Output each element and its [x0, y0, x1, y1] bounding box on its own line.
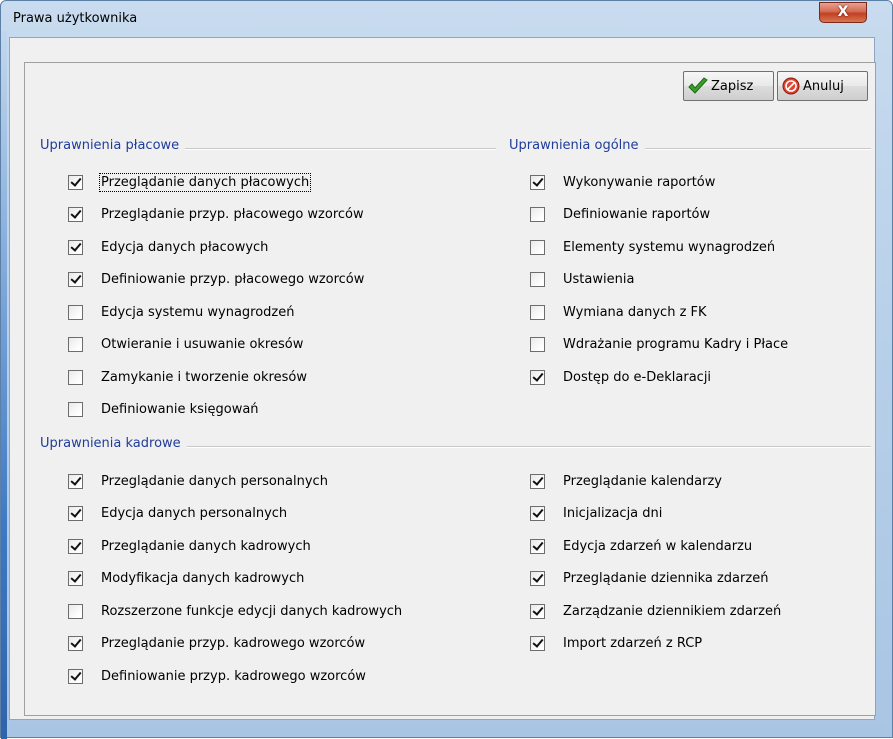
permission-label: Wykonywanie raportów: [563, 174, 716, 190]
permission-checkbox-row[interactable]: Przeglądanie przyp. płacowego wzorców: [68, 204, 364, 226]
save-label: Zapisz: [711, 78, 754, 94]
checkbox-unchecked[interactable]: [68, 337, 83, 352]
permission-checkbox-row[interactable]: Wykonywanie raportów: [530, 171, 715, 193]
permission-checkbox-row[interactable]: Dostęp do e-Deklaracji: [530, 366, 711, 388]
permission-checkbox-row[interactable]: Przeglądanie danych personalnych: [68, 470, 328, 492]
permission-checkbox-row[interactable]: Elementy systemu wynagrodzeń: [530, 236, 775, 258]
checkbox-checked[interactable]: [68, 174, 83, 190]
permission-label: Przeglądanie danych kadrowych: [101, 538, 311, 554]
permission-checkbox-row[interactable]: Przeglądanie danych kadrowych: [68, 535, 311, 557]
permission-checkbox-row[interactable]: Wdrażanie programu Kadry i Płace: [530, 334, 788, 356]
permission-checkbox-row[interactable]: Modyfikacja danych kadrowych: [68, 568, 304, 590]
permission-checkbox-row[interactable]: Przeglądanie danych płacowych: [68, 171, 312, 193]
permission-checkbox-row[interactable]: Otwieranie i usuwanie okresów: [68, 334, 303, 356]
checkbox-checked[interactable]: [68, 473, 83, 489]
checkbox-unchecked[interactable]: [530, 337, 545, 352]
permission-label: Dostęp do e-Deklaracji: [563, 369, 712, 385]
permission-label: Inicjalizacja dni: [563, 506, 663, 521]
permission-checkbox-row[interactable]: Edycja danych personalnych: [68, 503, 287, 525]
checkbox-unchecked[interactable]: [530, 304, 545, 320]
checkbox-unchecked[interactable]: [68, 369, 83, 385]
close-icon: X: [837, 4, 849, 20]
checkbox-checked[interactable]: [530, 636, 545, 651]
group-title-kadrowe: Uprawnienia kadrowe: [40, 436, 187, 451]
permission-label: Edycja systemu wynagrodzeń: [101, 304, 295, 320]
permission-label: Wymiana danych z FK: [563, 304, 707, 320]
permission-label: Definiowanie przyp. płacowego wzorców: [101, 272, 365, 287]
permission-label: Zamykanie i tworzenie okresów: [101, 369, 307, 385]
check-icon: [688, 77, 708, 94]
permission-checkbox-row[interactable]: Import zdarzeń z RCP: [530, 633, 702, 655]
checkbox-checked[interactable]: [530, 369, 545, 385]
permission-label: Definiowanie przyp. kadrowego wzorców: [101, 668, 366, 684]
permission-label: Ustawienia: [563, 272, 635, 287]
permission-checkbox-row[interactable]: Wymiana danych z FK: [530, 301, 707, 323]
window-title: Prawa użytkownika: [13, 11, 138, 26]
permission-checkbox-row[interactable]: Definiowanie raportów: [530, 204, 710, 226]
permission-checkbox-row[interactable]: Ustawienia: [530, 269, 634, 291]
checkbox-unchecked[interactable]: [530, 272, 545, 287]
permission-label: Przeglądanie przyp. płacowego wzorców: [101, 207, 364, 222]
checkbox-unchecked[interactable]: [530, 239, 545, 255]
permission-checkbox-row[interactable]: Rozszerzone funkcje edycji danych kadrow…: [68, 600, 402, 622]
checkbox-checked[interactable]: [68, 538, 83, 554]
permission-checkbox-row[interactable]: Przeglądanie dziennika zdarzeń: [530, 568, 768, 590]
permission-checkbox-row[interactable]: Przeglądanie przyp. kadrowego wzorców: [68, 633, 365, 655]
checkbox-checked[interactable]: [68, 636, 83, 651]
permission-checkbox-row[interactable]: Zamykanie i tworzenie okresów: [68, 366, 307, 388]
permission-checkbox-row[interactable]: Inicjalizacja dni: [530, 503, 662, 525]
permission-label: Przeglądanie kalendarzy: [563, 473, 723, 489]
permission-label: Import zdarzeń z RCP: [563, 636, 703, 651]
checkbox-unchecked[interactable]: [68, 402, 83, 417]
permission-checkbox-row[interactable]: Edycja danych płacowych: [68, 236, 268, 258]
checkbox-checked[interactable]: [530, 174, 545, 190]
permission-label: Definiowanie raportów: [563, 207, 711, 222]
checkbox-checked[interactable]: [530, 473, 545, 489]
checkbox-checked[interactable]: [530, 506, 545, 521]
permission-label: Definiowanie księgowań: [101, 402, 259, 417]
cancel-icon: [782, 77, 800, 95]
checkbox-checked[interactable]: [68, 239, 83, 255]
permission-checkbox-row[interactable]: Definiowanie przyp. płacowego wzorców: [68, 269, 364, 291]
permission-label: Edycja danych płacowych: [101, 239, 269, 255]
cancel-label: Anuluj: [803, 78, 844, 94]
permission-checkbox-row[interactable]: Definiowanie księgowań: [68, 399, 259, 421]
permission-label: Przeglądanie danych płacowych: [98, 172, 312, 192]
permission-label: Wdrażanie programu Kadry i Płace: [563, 337, 789, 352]
checkbox-unchecked[interactable]: [68, 603, 83, 619]
permission-checkbox-row[interactable]: Zarządzanie dziennikiem zdarzeń: [530, 600, 781, 622]
permission-checkbox-row[interactable]: Edycja zdarzeń w kalendarzu: [530, 535, 752, 557]
cancel-button[interactable]: Anuluj: [777, 71, 868, 101]
checkbox-checked[interactable]: [530, 571, 545, 586]
checkbox-checked[interactable]: [68, 571, 83, 586]
checkbox-unchecked[interactable]: [530, 207, 545, 222]
permission-label: Otwieranie i usuwanie okresów: [101, 337, 304, 352]
window-edge: [1, 31, 7, 739]
group-title-placowe: Uprawnienia płacowe: [40, 138, 186, 153]
checkbox-unchecked[interactable]: [68, 304, 83, 320]
permission-label: Edycja zdarzeń w kalendarzu: [563, 538, 753, 554]
permission-label: Zarządzanie dziennikiem zdarzeń: [563, 603, 782, 619]
checkbox-checked[interactable]: [530, 603, 545, 619]
close-button[interactable]: X: [819, 2, 867, 23]
title-bar[interactable]: Prawa użytkownika X: [1, 1, 892, 37]
permission-checkbox-row[interactable]: Edycja systemu wynagrodzeń: [68, 301, 295, 323]
group-title-ogolne: Uprawnienia ogólne: [509, 138, 645, 153]
checkbox-checked[interactable]: [68, 207, 83, 222]
checkbox-checked[interactable]: [530, 538, 545, 554]
permission-label: Przeglądanie przyp. kadrowego wzorców: [101, 636, 366, 651]
permission-label: Edycja danych personalnych: [101, 506, 288, 521]
permission-label: Przeglądanie danych personalnych: [101, 473, 328, 489]
save-button[interactable]: Zapisz: [683, 71, 774, 101]
permission-label: Modyfikacja danych kadrowych: [101, 571, 305, 586]
permission-label: Elementy systemu wynagrodzeń: [563, 239, 776, 255]
permission-label: Przeglądanie dziennika zdarzeń: [563, 571, 769, 586]
checkbox-checked[interactable]: [68, 506, 83, 521]
permission-label: Rozszerzone funkcje edycji danych kadrow…: [101, 603, 403, 619]
checkbox-checked[interactable]: [68, 668, 83, 684]
permission-checkbox-row[interactable]: Definiowanie przyp. kadrowego wzorców: [68, 665, 366, 687]
checkbox-checked[interactable]: [68, 272, 83, 287]
permission-checkbox-row[interactable]: Przeglądanie kalendarzy: [530, 470, 722, 492]
